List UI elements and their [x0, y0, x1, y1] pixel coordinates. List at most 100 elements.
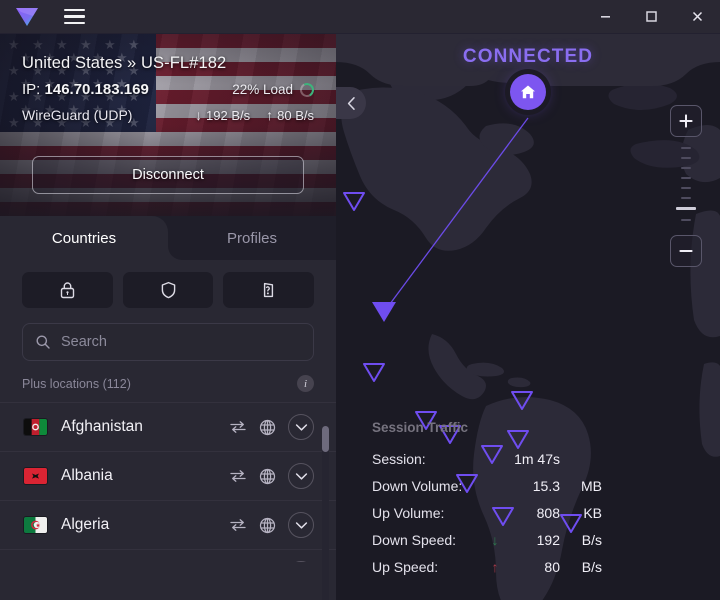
connection-details: United States » US-FL#182 IP: 146.70.183… [0, 34, 336, 123]
download-speed: ↓ 192 B/s [195, 107, 250, 123]
minimize-icon [599, 10, 612, 23]
disconnect-button[interactable]: Disconnect [32, 156, 304, 194]
row-value: 192 [506, 532, 560, 548]
close-button[interactable] [674, 0, 720, 34]
down-arrow-icon: ↓ [195, 107, 202, 123]
panel-tabs: Countries Profiles [0, 216, 336, 260]
row-label: Up Speed: [372, 559, 484, 575]
hamburger-menu-icon[interactable] [54, 9, 94, 25]
app-logo [0, 5, 54, 29]
expand-country-button[interactable] [288, 512, 314, 538]
upload-speed: ↑ 80 B/s [266, 107, 314, 123]
list-section-header: Plus locations (112) i [0, 361, 336, 402]
country-name: Algeria [61, 516, 109, 534]
protonvpn-logo-icon [14, 5, 40, 29]
table-row[interactable]: Afghanistan [0, 402, 336, 451]
plus-icon [678, 113, 694, 129]
home-marker[interactable] [510, 74, 546, 110]
chevron-down-icon [295, 521, 308, 530]
ip-label: IP: [22, 81, 40, 98]
zoom-in-button[interactable] [670, 105, 702, 137]
tab-countries[interactable]: Countries [0, 216, 168, 260]
protonvpn-window: ★ ★ ★ ★ ★ ★ ★ ★ ★ ★ ★ ★ ★ ★ ★ ★ ★ [0, 0, 720, 600]
card-document-icon [259, 280, 278, 300]
maximize-button[interactable] [628, 0, 674, 34]
map-panel[interactable]: CONNECTED [336, 34, 720, 600]
minimize-button[interactable] [582, 0, 628, 34]
map-zoom-controls [670, 105, 702, 267]
expand-country-button[interactable] [288, 561, 314, 562]
secure-core-button[interactable] [22, 272, 113, 308]
zoom-slider[interactable] [670, 143, 702, 229]
banner-text: CONNECTED [336, 46, 720, 68]
row-unit: B/s [560, 532, 602, 548]
swap-icon[interactable] [229, 469, 247, 483]
plus-locations-label: Plus locations (112) [22, 377, 131, 391]
tab-profiles[interactable]: Profiles [168, 216, 336, 260]
list-scrollbar-thumb[interactable] [322, 426, 329, 452]
flag-icon [24, 468, 47, 484]
title-bar [0, 0, 720, 34]
search-placeholder: Search [61, 334, 107, 350]
row-unit: B/s [560, 559, 602, 575]
flag-icon [24, 419, 47, 435]
zoom-out-button[interactable] [670, 235, 702, 267]
row-value: 1m 47s [506, 451, 560, 467]
globe-icon[interactable] [259, 517, 276, 534]
expand-country-button[interactable] [288, 414, 314, 440]
flag-afghanistan [24, 419, 47, 435]
upload-speed-value: 80 B/s [277, 108, 314, 123]
server-load: 22% Load [232, 82, 293, 97]
up-volume-row: Up Volume: 808 KB [372, 499, 602, 526]
shield-icon [159, 280, 178, 300]
swap-icon[interactable] [229, 518, 247, 532]
globe-icon[interactable] [259, 468, 276, 485]
ip-address: IP: 146.70.183.169 [22, 81, 149, 98]
table-row[interactable]: Albania [0, 451, 336, 500]
country-name: Albania [61, 467, 113, 485]
session-duration-row: Session: 1m 47s [372, 445, 602, 472]
row-label: Down Volume: [372, 478, 484, 494]
server-name: United States » US-FL#182 [22, 54, 314, 73]
down-speed-row: Down Speed: ↓ 192 B/s [372, 526, 602, 553]
zoom-slider-handle [676, 207, 696, 210]
home-icon [519, 83, 537, 101]
country-list: Afghanistan [0, 402, 336, 562]
table-row[interactable]: Algeria [0, 500, 336, 549]
down-volume-row: Down Volume: 15.3 MB [372, 472, 602, 499]
up-speed-row: Up Speed: ↑ 80 B/s [372, 553, 602, 580]
country-name: Afghanistan [61, 418, 143, 436]
load-ring-icon [298, 81, 316, 99]
row-value: 80 [506, 559, 560, 575]
lock-icon [58, 280, 77, 300]
down-arrow-icon: ↓ [484, 532, 506, 548]
protocol-label: WireGuard (UDP) [22, 107, 132, 123]
quick-actions-row [0, 260, 336, 308]
up-arrow-icon: ↑ [484, 559, 506, 575]
minus-icon [678, 243, 694, 259]
p2p-button[interactable] [223, 272, 314, 308]
ip-value: 146.70.183.169 [45, 81, 149, 98]
row-unit: KB [560, 505, 602, 521]
flag-algeria [24, 517, 47, 533]
table-row[interactable]: Angola [0, 549, 336, 562]
search-input[interactable]: Search [22, 323, 314, 361]
globe-icon[interactable] [259, 419, 276, 436]
flag-icon [24, 517, 47, 533]
row-value: 808 [506, 505, 560, 521]
close-icon [691, 10, 704, 23]
chevron-down-icon [295, 472, 308, 481]
row-label: Session: [372, 451, 484, 467]
session-traffic-panel: Session Traffic Session: 1m 47s Down Vol… [372, 420, 602, 580]
info-icon[interactable]: i [297, 375, 314, 392]
row-label: Up Volume: [372, 505, 484, 521]
expand-country-button[interactable] [288, 463, 314, 489]
row-unit: MB [560, 478, 602, 494]
netshield-button[interactable] [123, 272, 214, 308]
flag-albania [24, 468, 47, 484]
swap-icon[interactable] [229, 420, 247, 434]
download-speed-value: 192 B/s [206, 108, 250, 123]
up-arrow-icon: ↑ [266, 107, 273, 123]
list-scrollbar-track[interactable] [322, 426, 329, 600]
marker-connected [372, 302, 396, 322]
